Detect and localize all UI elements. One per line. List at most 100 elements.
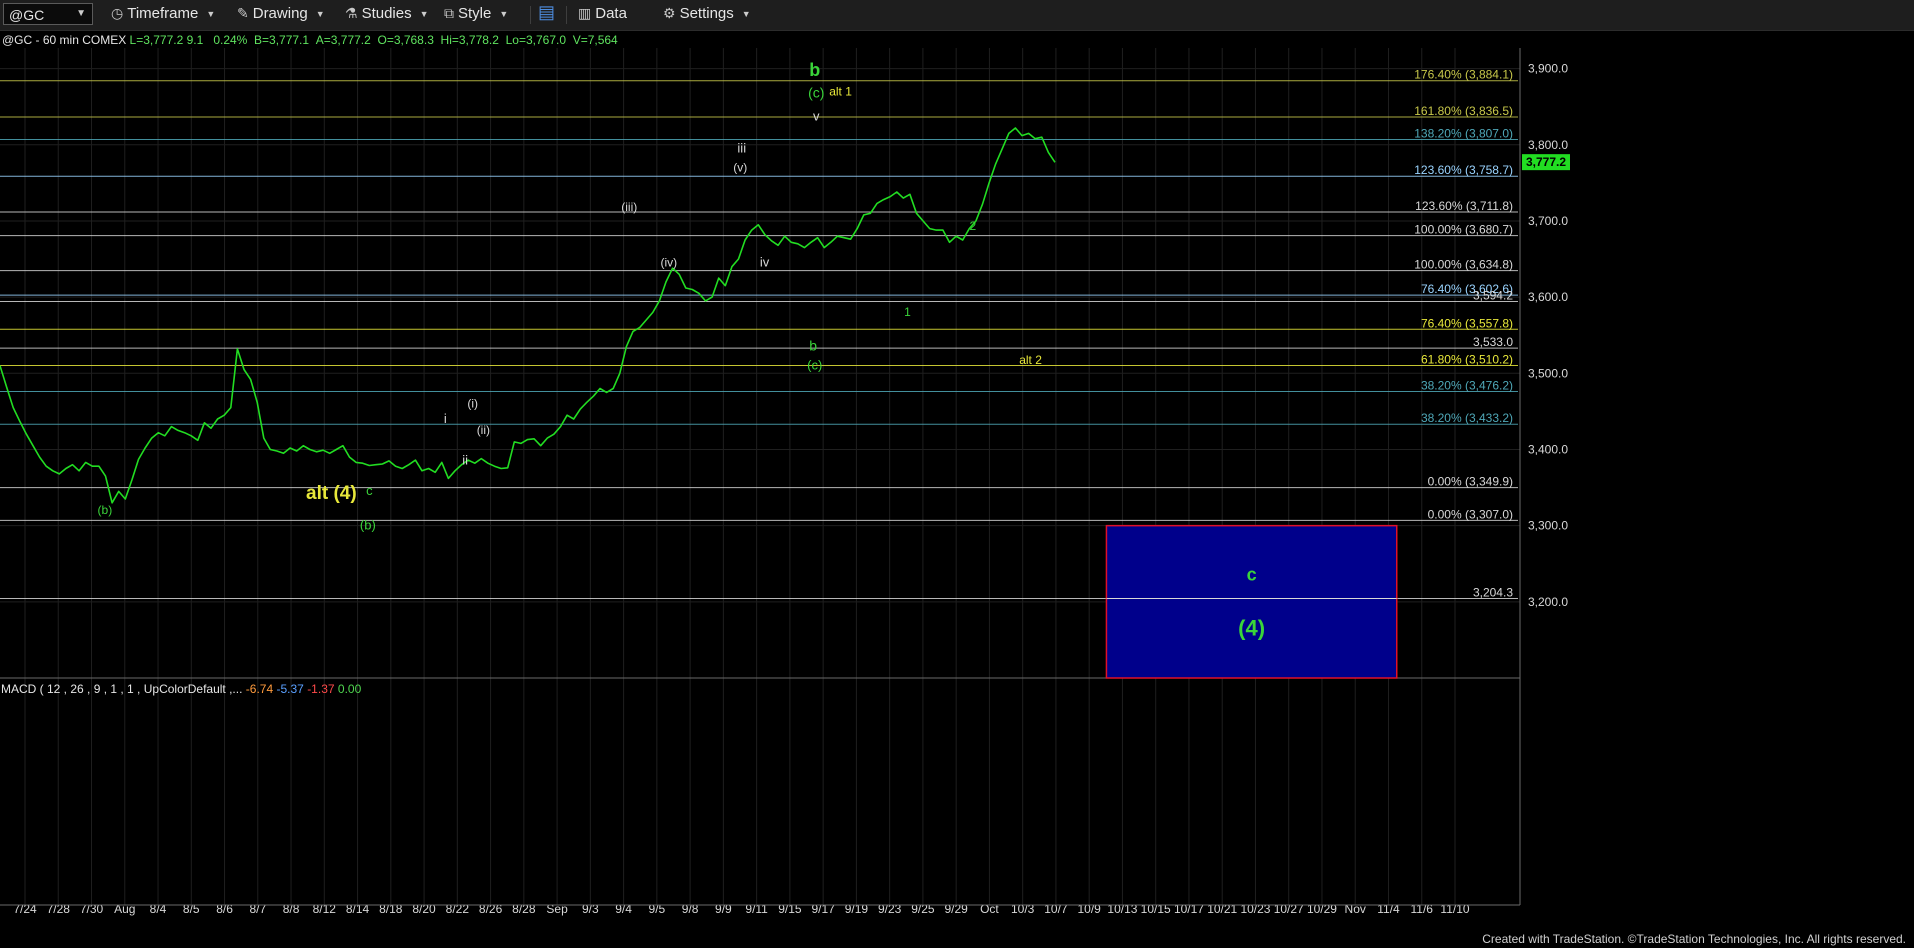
x-tick-label: Oct — [980, 902, 999, 916]
x-tick-label: 11/10 — [1440, 902, 1469, 916]
macd-value: -6.74 — [245, 682, 274, 696]
x-tick-label: 8/14 — [346, 902, 370, 916]
x-tick-label: 9/4 — [615, 902, 632, 916]
x-tick-label: 10/3 — [1011, 902, 1035, 916]
fib-level-label: 76.40% (3,557.8) — [1421, 316, 1513, 330]
x-tick-label: 8/5 — [183, 902, 200, 916]
x-tick-label: 10/21 — [1207, 902, 1237, 916]
y-tick-label: 3,600.0 — [1528, 290, 1568, 304]
x-tick-label: 7/28 — [47, 902, 71, 916]
wave-label: (i) — [467, 397, 478, 411]
x-tick-label: Aug — [114, 902, 135, 916]
x-tick-label: 8/7 — [249, 902, 266, 916]
x-tick-label: 8/20 — [412, 902, 436, 916]
fib-level-label: 100.00% (3,634.8) — [1414, 258, 1513, 272]
price-chart[interactable]: 7/24 7/28 7/30 Aug 8/4 8/5 8/6 8/7 8/8 8/12 8/14 8/… — [0, 0, 1914, 948]
x-tick-label: 8/26 — [479, 902, 503, 916]
x-tick-label: 10/13 — [1107, 902, 1137, 916]
x-tick-label: 9/8 — [682, 902, 699, 916]
fib-level-label: 123.60% (3,758.7) — [1414, 163, 1513, 177]
x-tick-label: 7/24 — [13, 902, 37, 916]
x-tick-label: 10/7 — [1044, 902, 1068, 916]
x-tick-label: 8/22 — [446, 902, 470, 916]
x-tick-label: 9/23 — [878, 902, 902, 916]
target-box — [1105, 524, 1398, 679]
x-tick-label: 10/23 — [1240, 902, 1270, 916]
x-tick-label: 7/30 — [80, 902, 104, 916]
fib-level-label: 161.80% (3,836.5) — [1414, 104, 1513, 118]
wave-label: 1 — [904, 305, 911, 319]
x-tick-label: 9/11 — [745, 902, 768, 916]
fib-level-label: 3,594.2 — [1473, 289, 1513, 303]
x-tick-label: 9/29 — [944, 902, 968, 916]
x-tick-label: 9/25 — [911, 902, 935, 916]
x-tick-label: Sep — [546, 902, 568, 916]
wave-label: v — [813, 108, 820, 123]
x-tick-label: 8/8 — [283, 902, 300, 916]
x-tick-label: 8/18 — [379, 902, 403, 916]
footer-credit: Created with TradeStation. ©TradeStation… — [1482, 932, 1906, 946]
wave-label: (v) — [733, 160, 747, 174]
wave-label: (iv) — [660, 256, 677, 270]
x-tick-label: 9/5 — [649, 902, 666, 916]
x-tick-label: 10/9 — [1078, 902, 1102, 916]
wave-label: i — [444, 411, 447, 426]
macd-header: MACD ( 12 , 26 , 9 , 1 , 1 , UpColorDefa… — [1, 682, 361, 696]
wave-label: alt 2 — [1019, 353, 1042, 367]
fib-level-label: 38.20% (3,433.2) — [1421, 411, 1513, 425]
wave-label: b — [809, 337, 817, 353]
y-tick-label: 3,700.0 — [1528, 214, 1568, 228]
x-tick-label: 10/17 — [1174, 902, 1204, 916]
x-tick-label: 8/28 — [512, 902, 536, 916]
wave-label: ii — [462, 453, 468, 468]
wave-label: iv — [760, 255, 770, 270]
wave-label: (b) — [360, 517, 376, 532]
wave-label: 2 — [969, 219, 976, 233]
wave-label: c — [366, 483, 373, 498]
fib-level-label: 0.00% (3,349.9) — [1428, 475, 1513, 489]
fib-level-label: 38.20% (3,476.2) — [1421, 378, 1513, 392]
x-tick-label: 9/19 — [845, 902, 869, 916]
y-tick-label: 3,900.0 — [1528, 62, 1568, 76]
last-price-tag-label: 3,777.2 — [1526, 155, 1566, 169]
wave-label: iii — [737, 140, 746, 155]
x-tick-label: Nov — [1345, 902, 1366, 916]
wave-label: (ii) — [477, 423, 490, 437]
macd-diff: -1.37 — [307, 682, 335, 696]
wave-label: alt 1 — [829, 84, 852, 98]
fib-level-label: 123.60% (3,711.8) — [1415, 199, 1513, 213]
y-tick-label: 3,400.0 — [1528, 442, 1568, 456]
wave-label: (iii) — [621, 200, 637, 214]
y-tick-label: 3,200.0 — [1528, 595, 1568, 609]
fib-level-label: 0.00% (3,307.0) — [1428, 507, 1513, 521]
fib-level-label: 3,204.3 — [1473, 586, 1513, 600]
x-tick-label: 8/4 — [150, 902, 167, 916]
macd-signal: -5.37 — [276, 682, 304, 696]
x-tick-label: 8/12 — [313, 902, 337, 916]
x-tick-label: 11/6 — [1411, 902, 1434, 916]
y-tick-label: 3,300.0 — [1528, 519, 1568, 533]
y-tick-label: 3,800.0 — [1528, 138, 1568, 152]
wave-label: (c) — [808, 85, 824, 101]
x-tick-label: 11/4 — [1377, 902, 1400, 916]
x-tick-label: 9/15 — [778, 902, 802, 916]
x-tick-label: 9/9 — [715, 902, 732, 916]
x-tick-label: 10/15 — [1141, 902, 1171, 916]
target-box-label: (4) — [1238, 616, 1265, 641]
wave-label: alt (4) — [306, 483, 357, 504]
wave-label: (b) — [98, 503, 113, 517]
y-tick-label: 3,500.0 — [1528, 366, 1568, 380]
fib-level-label: 61.80% (3,510.2) — [1421, 353, 1513, 367]
x-tick-label: 8/6 — [216, 902, 233, 916]
x-tick-label: 9/17 — [811, 902, 835, 916]
x-tick-label: 10/27 — [1274, 902, 1304, 916]
wave-label: (c) — [807, 358, 822, 373]
macd-label: MACD ( 12 , 26 , 9 , 1 , 1 , UpColorDefa… — [1, 682, 243, 696]
wave-label: b — [809, 60, 820, 80]
x-tick-label: 10/29 — [1307, 902, 1337, 916]
target-box-label: c — [1247, 565, 1257, 585]
fib-level-label: 138.20% (3,807.0) — [1414, 126, 1513, 140]
x-tick-label: 9/3 — [582, 902, 599, 916]
fib-level-label: 176.40% (3,884.1) — [1414, 68, 1513, 82]
fib-level-label: 3,533.0 — [1473, 335, 1513, 349]
